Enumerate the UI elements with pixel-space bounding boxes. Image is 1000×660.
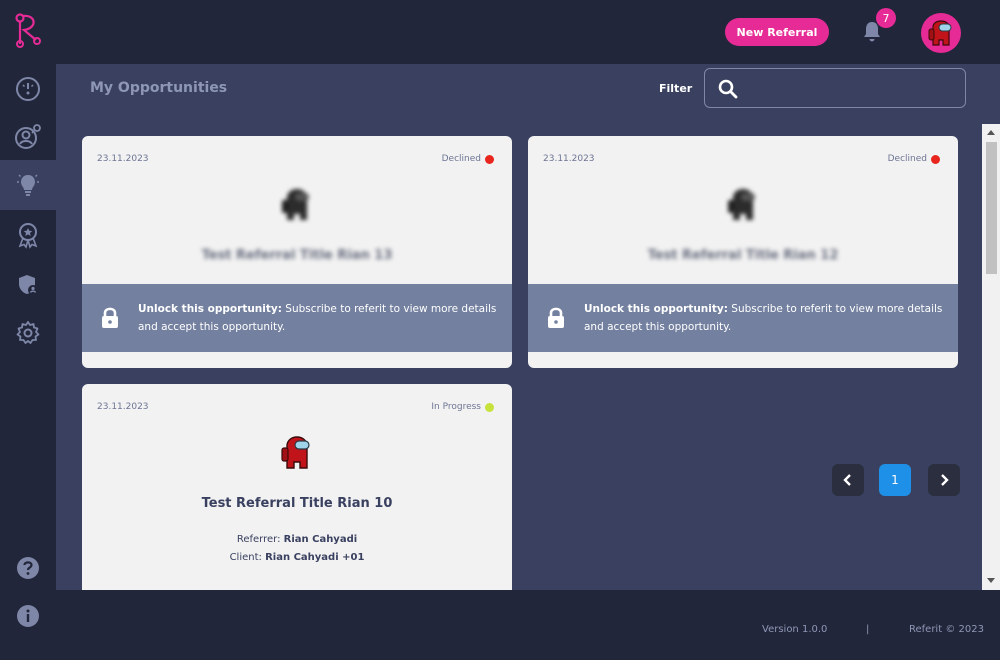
page-title: My Opportunities [90,80,228,96]
page-button[interactable]: 1 [879,464,911,496]
status-badge: Declined [442,154,494,164]
chevron-right-icon [941,474,949,486]
user-referral-icon [15,124,41,149]
card-date: 23.11.2023 [97,154,149,164]
card-title: Test Referral Title Rian 12 [647,248,839,263]
sidebar-item-referrals[interactable] [0,112,56,162]
sidebar-item-rewards[interactable] [0,210,56,260]
sidebar-item-opportunities[interactable] [0,160,56,210]
sidebar-item-security[interactable] [0,260,56,310]
page-header: My Opportunities Filter [56,64,1000,124]
status-dot [485,154,494,164]
unlock-text: Unlock this opportunity: Subscribe to re… [584,303,943,333]
scroll-down-arrow[interactable] [987,578,995,583]
status-badge: In Progress [431,402,494,412]
copyright-text: Referit © 2023 [909,624,984,635]
shield-user-icon [19,275,38,295]
status-dot [931,154,940,164]
sidebar-item-settings[interactable] [0,308,56,358]
status-label: Declined [441,154,481,164]
opportunity-card[interactable]: 23.11.2023 Declined Test Referral Title … [82,136,512,368]
dashboard-icon [16,77,40,101]
unlock-banner[interactable]: Unlock this opportunity: Subscribe to re… [82,284,512,352]
character-icon [282,189,309,220]
notification-badge: 7 [876,8,896,28]
filter-label: Filter [659,82,693,95]
character-icon [281,436,310,469]
status-badge: Declined [888,154,940,164]
filter-field[interactable] [704,68,966,108]
top-bar: New Referral 7 [0,0,1000,64]
opportunity-card[interactable]: 23.11.2023 In Progress Test Referral Tit… [82,384,512,590]
card-date: 23.11.2023 [543,154,595,164]
vertical-scrollbar[interactable] [982,124,1000,590]
character-icon [728,189,755,220]
card-date: 23.11.2023 [97,402,149,412]
previous-page-button[interactable] [832,464,864,496]
opportunities-grid: 23.11.2023 Declined Test Referral Title … [56,124,982,590]
version-text: Version 1.0.0 [762,624,828,635]
footer: Version 1.0.0 | Referit © 2023 [56,600,1000,660]
scroll-up-arrow[interactable] [987,130,995,135]
chevron-left-icon [843,474,851,486]
info-icon[interactable] [16,604,40,628]
lightbulb-icon [17,174,39,196]
unlock-banner[interactable]: Unlock this opportunity: Subscribe to re… [528,284,958,352]
logo-icon[interactable] [14,12,42,48]
avatar[interactable] [921,13,961,53]
gear-icon [16,321,40,344]
next-page-button[interactable] [928,464,960,496]
sidebar-item-dashboard[interactable] [0,64,56,114]
unlock-text: Unlock this opportunity: Subscribe to re… [138,303,497,333]
lock-icon [102,307,118,328]
status-dot [485,402,494,412]
lock-icon [548,307,564,328]
avatar-character-icon [928,20,952,46]
client-line: Client: Rian Cahyadi +01 [229,552,365,563]
card-title: Test Referral Title Rian 13 [201,248,393,263]
card-title: Test Referral Title Rian 10 [201,496,393,511]
help-icon[interactable] [16,556,40,580]
pagination-panel: 1 [528,384,960,590]
status-label: In Progress [431,402,481,412]
scroll-thumb[interactable] [986,142,997,274]
search-icon [718,79,738,99]
award-icon [18,223,38,249]
filter-input[interactable] [745,77,955,99]
referrer-line: Referrer: Rian Cahyadi [236,534,358,545]
new-referral-button[interactable]: New Referral [725,18,829,46]
footer-separator: | [866,624,870,635]
opportunity-card[interactable]: 23.11.2023 Declined Test Referral Title … [528,136,958,368]
sidebar [0,64,56,600]
status-label: Declined [887,154,927,164]
